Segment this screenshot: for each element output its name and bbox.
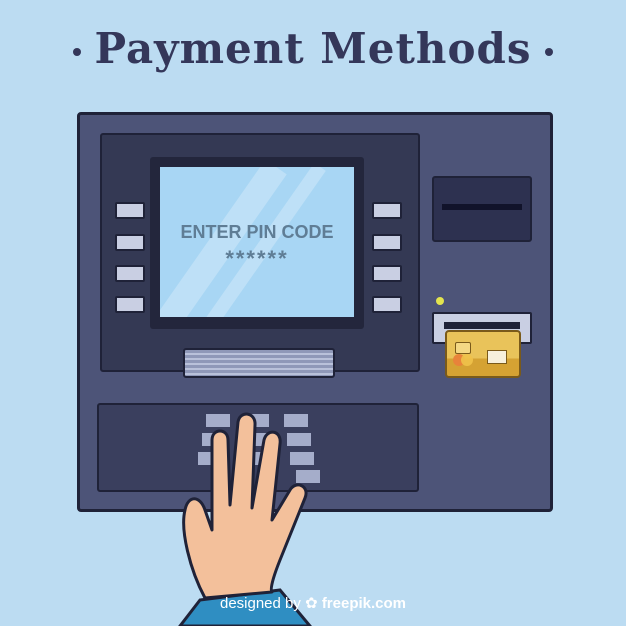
- card-logo-icon: [461, 354, 473, 366]
- credit-brand: freepik.com: [321, 595, 407, 612]
- receipt-slot: [183, 348, 335, 378]
- right-function-button-4[interactable]: [372, 296, 402, 313]
- bullet-right-icon: [545, 48, 554, 56]
- screen-prompt: ENTER PIN CODE: [180, 222, 334, 242]
- pin-display: ******: [225, 246, 289, 271]
- credit-prefix: designed by: [219, 595, 301, 612]
- card-chip-icon: [455, 342, 471, 354]
- right-function-button-3[interactable]: [372, 265, 402, 282]
- left-function-button-4[interactable]: [115, 296, 145, 313]
- hand-illustration: [178, 412, 312, 626]
- left-function-button-3[interactable]: [115, 265, 145, 282]
- right-function-button-2[interactable]: [372, 234, 402, 251]
- cash-slot: [442, 204, 522, 210]
- cash-dispenser: [432, 176, 532, 242]
- right-function-button-1[interactable]: [372, 202, 402, 219]
- page-title-text: Payment Methods: [94, 24, 532, 73]
- page-title: Payment Methods: [0, 24, 626, 73]
- credit-card[interactable]: [445, 330, 521, 378]
- credit-line: designed by ✿ freepik.com: [0, 594, 626, 612]
- hand-icon: [182, 412, 308, 600]
- status-light-icon: [436, 297, 444, 305]
- card-label-icon: [487, 350, 507, 364]
- freepik-icon: ✿: [305, 595, 318, 612]
- card-slot: [444, 322, 520, 329]
- left-function-button-1[interactable]: [115, 202, 145, 219]
- left-function-button-2[interactable]: [115, 234, 145, 251]
- bullet-left-icon: [72, 48, 81, 56]
